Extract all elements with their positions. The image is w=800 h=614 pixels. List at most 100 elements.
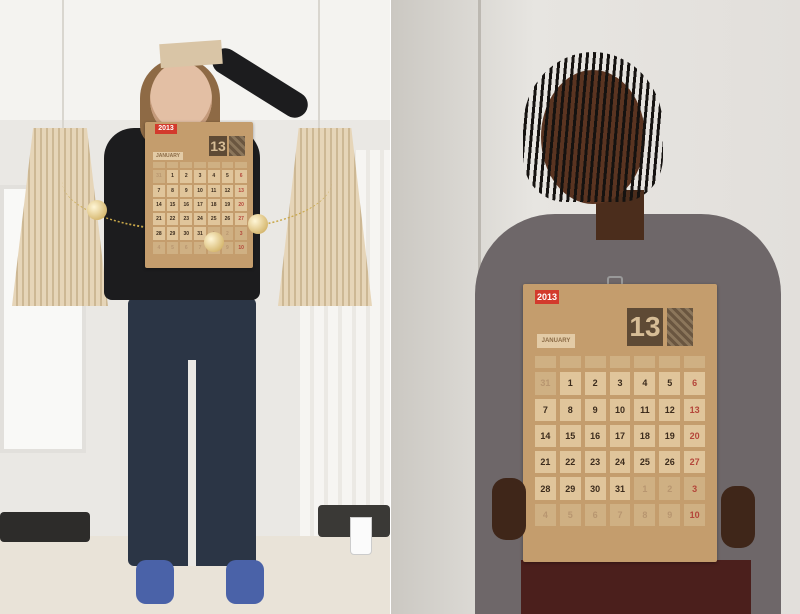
weekday-header-cell — [194, 162, 206, 169]
calendar-day-cell: 20 — [235, 198, 247, 212]
calendar-day-cell: 9 — [659, 503, 681, 526]
calendar-day-cell: 4 — [153, 241, 165, 254]
lamp-cord-right — [318, 0, 320, 130]
chair-left — [0, 512, 90, 542]
calendar-day-cell: 15 — [166, 198, 179, 212]
weekday-header-cell — [659, 356, 681, 369]
calendar-day-cell: 10 — [684, 503, 705, 526]
calendar-day-cell: 6 — [684, 372, 705, 395]
weekday-header-cell — [221, 162, 234, 169]
calendar-day-cell: 4 — [634, 372, 656, 395]
calendar-day-cell: 3 — [609, 372, 631, 395]
calendar-day-cell: 24 — [194, 213, 206, 226]
weekday-header-cell — [634, 356, 656, 369]
calendar-day-cell: 5 — [559, 503, 581, 526]
calendar-day-cell: 5 — [659, 372, 681, 395]
calendar-day-cell: 31 — [535, 372, 556, 395]
calendar-day-cell: 2 — [584, 372, 606, 395]
calendar-day-cell: 28 — [153, 227, 165, 240]
calendar-day-cell: 10 — [609, 398, 631, 421]
calendar-day-cell: 12 — [659, 398, 681, 421]
calendar-day-cell: 25 — [634, 451, 656, 474]
calendar-day-cell: 22 — [166, 213, 179, 226]
man-hand-left — [492, 478, 526, 540]
calendar-day-cell: 5 — [221, 170, 234, 183]
calendar-day-cell: 30 — [584, 477, 606, 500]
weekday-header-cell — [609, 356, 631, 369]
calendar-day-cell: 21 — [535, 451, 556, 474]
weekday-header-cell — [235, 162, 247, 169]
calendar-day-cell: 14 — [153, 198, 165, 212]
calendar-day-cell: 1 — [559, 372, 581, 395]
weekday-header-cell — [535, 356, 556, 369]
ornament-ball — [204, 232, 224, 252]
calendar-day-cell: 23 — [180, 213, 193, 226]
calendar-day-cell: 4 — [207, 170, 220, 183]
man-pants — [521, 560, 751, 614]
ornament-ball — [87, 200, 107, 220]
calendar-left: 2013 13 JANUARY 31 1 2 3 4 5 6 7 8 9 10 11 12 13 14 15 1… — [145, 122, 253, 268]
weekday-header-cell — [584, 356, 606, 369]
man-dreadlocks — [523, 52, 663, 202]
calendar-day-cell: 7 — [153, 184, 165, 197]
calendar-day-cell: 8 — [559, 398, 581, 421]
calendar-day-cell: 3 — [194, 170, 206, 183]
calendar-day-cell: 6 — [235, 170, 247, 183]
weekday-header-cell — [166, 162, 179, 169]
calendar-day-cell: 9 — [584, 398, 606, 421]
calendar-day-cell: 22 — [559, 451, 581, 474]
calendar-day-grid: 31 1 2 3 4 5 6 7 8 9 10 11 12 13 14 15 16 17 18 19 20 21 22 23 2… — [153, 162, 247, 254]
calendar-day-cell: 3 — [235, 227, 247, 240]
weekday-header-cell — [207, 162, 220, 169]
calendar-day-cell: 29 — [166, 227, 179, 240]
calendar-day-cell: 5 — [166, 241, 179, 254]
calendar-day-cell: 25 — [207, 213, 220, 226]
man-hand-right — [721, 486, 755, 548]
sock-right — [226, 560, 264, 604]
right-photo: 2013 13 JANUARY 31 1 2 3 4 5 6 7 8 9 10 11 12 13 14 15 1… — [391, 0, 800, 614]
calendar-day-cell: 4 — [535, 503, 556, 526]
calendar-day-cell: 7 — [609, 503, 631, 526]
calendar-day-cell: 29 — [559, 477, 581, 500]
calendar-day-cell: 10 — [194, 184, 206, 197]
calendar-day-cell: 26 — [221, 213, 234, 226]
calendar-day-cell: 8 — [634, 503, 656, 526]
calendar-day-cell: 13 — [684, 398, 705, 421]
calendar-year-badge: 2013 — [535, 290, 559, 304]
calendar-day-cell: 1 — [166, 170, 179, 183]
calendar-day-cell: 11 — [207, 184, 220, 197]
calendar-day-grid: 31 1 2 3 4 5 6 7 8 9 10 11 12 13 14 15 16 17 18 19 20 21 22 23 2… — [535, 356, 705, 526]
calendar-day-cell: 17 — [194, 198, 206, 212]
calendar-day-cell: 8 — [166, 184, 179, 197]
calendar-day-cell: 2 — [180, 170, 193, 183]
calendar-day-cell: 21 — [153, 213, 165, 226]
calendar-day-cell: 9 — [180, 184, 193, 197]
calendar-day-cell: 16 — [180, 198, 193, 212]
left-photo: 2013 13 JANUARY 31 1 2 3 4 5 6 7 8 9 10 11 12 13 14 15 1… — [0, 0, 390, 614]
calendar-logo-image — [229, 136, 245, 156]
calendar-day-cell: 19 — [659, 424, 681, 448]
weekday-header-cell — [153, 162, 165, 169]
calendar-day-cell: 18 — [634, 424, 656, 448]
calendar-day-cell: 31 — [609, 477, 631, 500]
calendar-month: JANUARY — [537, 334, 575, 348]
calendar-day-cell: 2 — [659, 477, 681, 500]
paper-on-head — [159, 39, 223, 69]
calendar-right: 2013 13 JANUARY 31 1 2 3 4 5 6 7 8 9 10 11 12 13 14 15 1… — [523, 284, 717, 562]
calendar-day-cell: 14 — [535, 424, 556, 448]
calendar-day-cell: 6 — [180, 241, 193, 254]
weekday-header-cell — [559, 356, 581, 369]
calendar-day-cell: 26 — [659, 451, 681, 474]
calendar-day-cell: 11 — [634, 398, 656, 421]
calendar-day-cell: 16 — [584, 424, 606, 448]
calendar-day-cell: 27 — [235, 213, 247, 226]
lamp-cord-left — [62, 0, 64, 130]
calendar-day-cell: 12 — [221, 184, 234, 197]
ornament-ball — [248, 214, 268, 234]
calendar-day-cell: 6 — [584, 503, 606, 526]
calendar-day-cell: 23 — [584, 451, 606, 474]
sock-left — [136, 560, 174, 604]
cup — [350, 517, 372, 555]
calendar-day-cell: 3 — [684, 477, 705, 500]
calendar-day-cell: 17 — [609, 424, 631, 448]
